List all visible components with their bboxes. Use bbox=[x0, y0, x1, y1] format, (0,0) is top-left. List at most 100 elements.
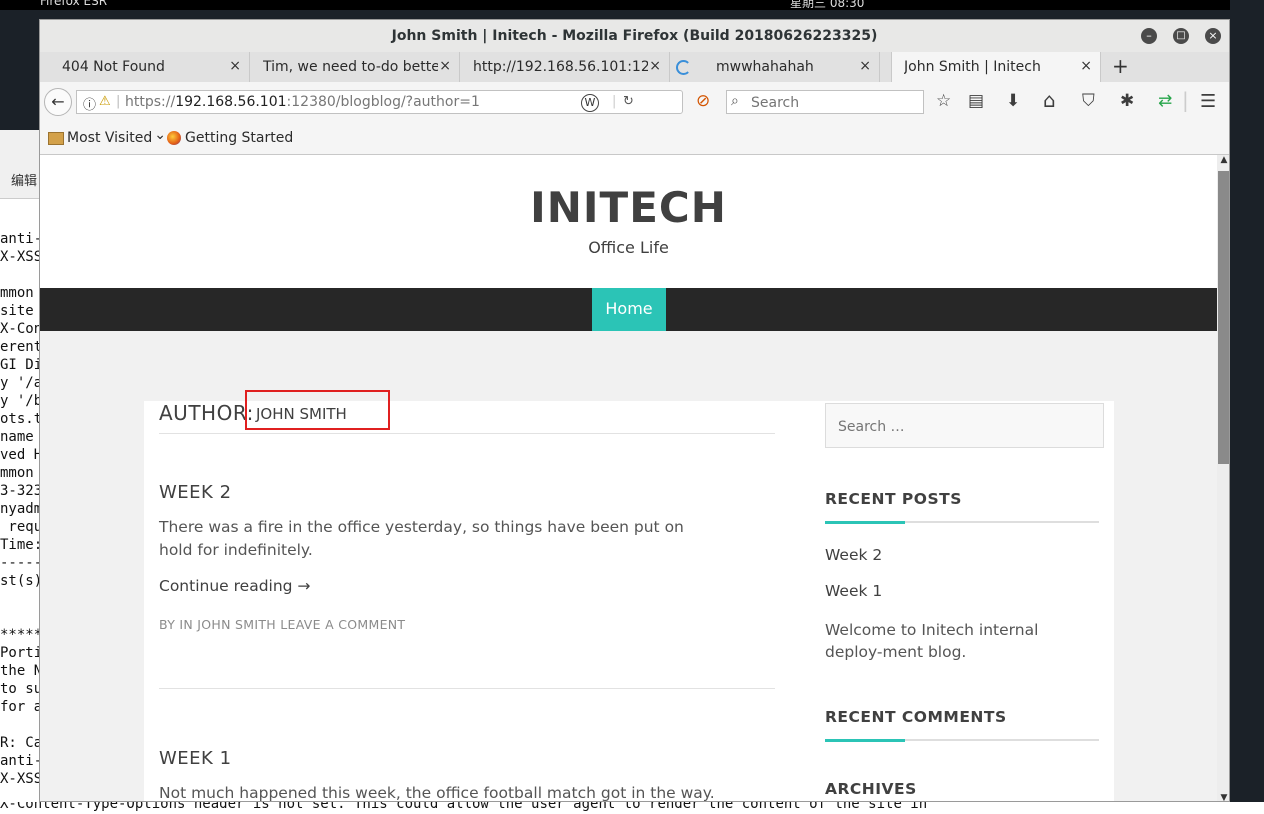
toolbar-separator: | bbox=[1182, 88, 1189, 112]
scroll-up-arrow[interactable]: ▲ bbox=[1217, 155, 1229, 165]
bookmark-label: Getting Started bbox=[185, 130, 294, 146]
page-scrollbar[interactable]: ▲ ▼ bbox=[1217, 155, 1229, 801]
terminal-output-bottom: X-Content-Type-Options header is not set… bbox=[0, 802, 1264, 814]
noscript-icon[interactable]: ⊘ bbox=[696, 91, 710, 111]
hamburger-menu-icon[interactable]: ☰ bbox=[1200, 91, 1216, 112]
url-separator: | bbox=[116, 94, 121, 109]
tab-close-icon[interactable]: × bbox=[859, 58, 871, 74]
scroll-down-arrow[interactable]: ▼ bbox=[1217, 793, 1229, 801]
widget-divider bbox=[825, 739, 1099, 742]
bookmark-star-icon[interactable]: ☆ bbox=[936, 91, 951, 111]
loading-spinner-icon bbox=[676, 60, 691, 75]
firebug-icon[interactable]: ✱ bbox=[1120, 91, 1134, 111]
post-title-week-2[interactable]: WEEK 2 bbox=[159, 482, 232, 503]
back-button[interactable]: ← bbox=[44, 88, 72, 116]
url-separator: | bbox=[612, 94, 617, 109]
terminal-menu-edit[interactable]: 编辑 bbox=[11, 170, 37, 189]
window-title: John Smith | Initech - Mozilla Firefox (… bbox=[391, 28, 878, 44]
sidebar-search-box[interactable] bbox=[825, 403, 1104, 448]
home-icon[interactable]: ⌂ bbox=[1043, 88, 1056, 112]
tab-close-icon[interactable]: × bbox=[1080, 58, 1092, 74]
post-title-week-1[interactable]: WEEK 1 bbox=[159, 748, 232, 769]
download-icon[interactable]: ⬇ bbox=[1006, 91, 1020, 111]
terminal-output: anti- X-XSS mmon site X-Con erent GI Di … bbox=[0, 231, 40, 787]
firefox-icon bbox=[167, 131, 181, 145]
tab-404-not-found[interactable]: 404 Not Found × bbox=[40, 52, 250, 82]
tab-label: Tim, we need to-do bette… bbox=[263, 59, 438, 75]
recent-post-welcome[interactable]: Welcome to Initech internal deploy-ment … bbox=[825, 619, 1100, 663]
nav-home-link[interactable]: Home bbox=[592, 288, 666, 331]
bookmark-most-visited[interactable]: Most Visited ⌄ bbox=[48, 127, 166, 146]
terminal-bottom-line: X-Content-Type-Options header is not set… bbox=[0, 802, 928, 812]
page-content: INITECH Office Life Home AUTHOR: JOHN SM… bbox=[40, 155, 1217, 802]
widget-accent bbox=[825, 739, 905, 742]
url-bar[interactable]: ⓘ ⚠ | https://192.168.56.101:12380/blogb… bbox=[76, 90, 683, 114]
site-title[interactable]: INITECH bbox=[40, 183, 1217, 232]
pocket-icon[interactable]: ⛉ bbox=[1082, 91, 1095, 111]
terminal-menubar: 编辑 bbox=[0, 130, 40, 199]
bookmarks-library-icon[interactable]: ▤ bbox=[968, 91, 984, 111]
tab-label: 404 Not Found bbox=[62, 59, 165, 75]
proxy-switch-icon[interactable]: ⇄ bbox=[1158, 91, 1172, 111]
tab-close-icon[interactable]: × bbox=[649, 58, 661, 74]
search-input[interactable] bbox=[749, 93, 923, 113]
navigation-toolbar: ← ⓘ ⚠ | https://192.168.56.101:12380/blo… bbox=[40, 82, 1229, 122]
continue-reading-link[interactable]: Continue reading → bbox=[159, 577, 310, 595]
desktop-topbar: Firefox ESR 星期三 08:30 bbox=[0, 0, 1264, 10]
desktop-clock[interactable]: 星期三 08:30 bbox=[790, 0, 864, 11]
widget-title-recent-posts: RECENT POSTS bbox=[825, 490, 962, 508]
url-host: 192.168.56.101 bbox=[175, 94, 287, 110]
widget-accent bbox=[825, 521, 905, 524]
site-description: Office Life bbox=[588, 238, 669, 257]
url-scheme: https:// bbox=[125, 94, 176, 110]
desktop-app-name[interactable]: Firefox ESR bbox=[40, 0, 107, 8]
divider bbox=[159, 433, 775, 434]
insecure-lock-icon[interactable]: ⚠ bbox=[99, 94, 111, 109]
bookmark-getting-started[interactable]: Getting Started bbox=[167, 130, 293, 146]
background-terminal[interactable]: 编辑 anti- X-XSS mmon site X-Con erent GI … bbox=[0, 130, 40, 814]
widget-divider bbox=[825, 521, 1099, 524]
new-tab-button[interactable]: + bbox=[1112, 54, 1129, 78]
recent-post-week-2[interactable]: Week 2 bbox=[825, 546, 882, 564]
widget-title-archives: ARCHIVES bbox=[825, 780, 917, 798]
bookmark-label: Most Visited bbox=[67, 130, 153, 146]
minimize-button[interactable]: – bbox=[1141, 28, 1157, 44]
bookmarks-toolbar: Most Visited ⌄ Getting Started bbox=[40, 122, 1229, 155]
highlight-box bbox=[245, 390, 390, 430]
recent-post-week-1[interactable]: Week 1 bbox=[825, 582, 882, 600]
tab-mwwhahahah[interactable]: mwwhahahah × bbox=[670, 52, 880, 82]
post-meta[interactable]: BY IN JOHN SMITH LEAVE A COMMENT bbox=[159, 617, 405, 632]
info-icon[interactable]: ⓘ bbox=[83, 94, 96, 113]
wordpress-icon[interactable]: W bbox=[581, 94, 599, 112]
sidebar: RECENT POSTS Week 2 Week 1 Welcome to In… bbox=[779, 401, 1114, 801]
folder-icon bbox=[48, 131, 64, 145]
post-excerpt: Not much happened this week, the office … bbox=[159, 784, 715, 802]
main-content-area: AUTHOR: JOHN SMITH WEEK 2 There was a fi… bbox=[144, 390, 779, 802]
tab-label: http://192.168.56.101:12… bbox=[473, 59, 648, 75]
tab-tim-todo[interactable]: Tim, we need to-do bette… × bbox=[250, 52, 460, 82]
widget-title-recent-comments: RECENT COMMENTS bbox=[825, 708, 1007, 726]
tab-close-icon[interactable]: × bbox=[439, 58, 451, 74]
search-icon: ⌕ bbox=[731, 93, 739, 109]
scrollbar-thumb[interactable] bbox=[1218, 171, 1229, 464]
window-titlebar[interactable]: John Smith | Initech - Mozilla Firefox (… bbox=[40, 20, 1229, 52]
url-text[interactable]: https://192.168.56.101:12380/blogblog/?a… bbox=[125, 94, 480, 110]
search-bar[interactable]: ⌕ bbox=[726, 90, 924, 114]
maximize-button[interactable]: □ bbox=[1173, 28, 1189, 44]
tab-http-ip[interactable]: http://192.168.56.101:12… × bbox=[460, 52, 670, 82]
tab-bar: 404 Not Found × Tim, we need to-do bette… bbox=[40, 52, 1229, 83]
site-header: INITECH Office Life bbox=[40, 155, 1217, 288]
chevron-down-icon: ⌄ bbox=[154, 127, 166, 143]
close-window-button[interactable]: × bbox=[1205, 28, 1221, 44]
tab-close-icon[interactable]: × bbox=[229, 58, 241, 74]
firefox-window: John Smith | Initech - Mozilla Firefox (… bbox=[39, 19, 1230, 802]
url-path: :12380/blogblog/?author=1 bbox=[286, 94, 480, 110]
desktop-background bbox=[1230, 0, 1264, 802]
archive-title: AUTHOR: bbox=[159, 401, 254, 425]
tab-john-smith-initech[interactable]: John Smith | Initech × bbox=[891, 52, 1101, 82]
main-navigation: Home bbox=[40, 288, 1217, 331]
reload-icon[interactable]: ↻ bbox=[623, 94, 634, 109]
tab-label: John Smith | Initech bbox=[904, 59, 1041, 75]
sidebar-search-input[interactable] bbox=[836, 416, 1090, 438]
divider bbox=[159, 688, 775, 689]
